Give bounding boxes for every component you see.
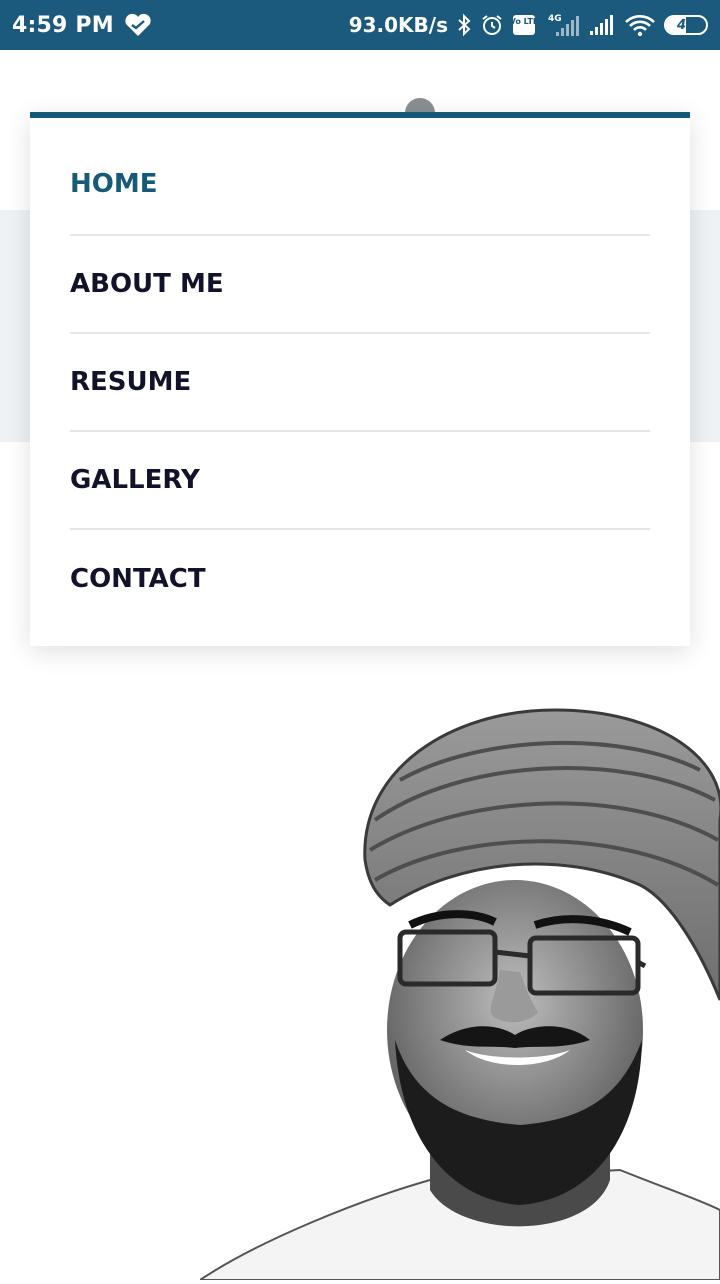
alarm-icon — [480, 13, 504, 37]
svg-text:4G: 4G — [548, 14, 562, 24]
battery-level: 49 — [676, 17, 696, 33]
nav-dropdown-menu: HOME ABOUT ME RESUME GALLERY CONTACT — [30, 112, 690, 646]
volte-icon: Vo LTE — [512, 13, 536, 37]
svg-text:Vo LTE: Vo LTE — [512, 17, 536, 26]
bluetooth-icon — [456, 13, 472, 37]
nav-item-about-me[interactable]: ABOUT ME — [70, 236, 650, 334]
nav-item-contact[interactable]: CONTACT — [70, 530, 650, 628]
wifi-icon — [624, 13, 656, 37]
net-speed: 93.0KB/s — [348, 13, 448, 37]
nav-item-gallery[interactable]: GALLERY — [70, 432, 650, 530]
nav-list: HOME ABOUT ME RESUME GALLERY CONTACT — [70, 118, 650, 628]
status-right: 93.0KB/s Vo LTE 4G 49 — [349, 12, 708, 38]
nav-item-resume[interactable]: RESUME — [70, 334, 650, 432]
profile-photo — [196, 700, 720, 1281]
status-bar: 4:59 PM 93.0KB/s Vo LTE 4G 49 — [0, 0, 720, 50]
signal-icon: 4G — [544, 12, 580, 38]
heart-icon — [124, 13, 152, 37]
status-left: 4:59 PM — [12, 13, 152, 38]
nav-item-home[interactable]: HOME — [70, 118, 650, 236]
status-time: 4:59 PM — [12, 12, 114, 38]
battery-icon: 49 — [664, 15, 708, 35]
signal-icon — [588, 13, 616, 37]
